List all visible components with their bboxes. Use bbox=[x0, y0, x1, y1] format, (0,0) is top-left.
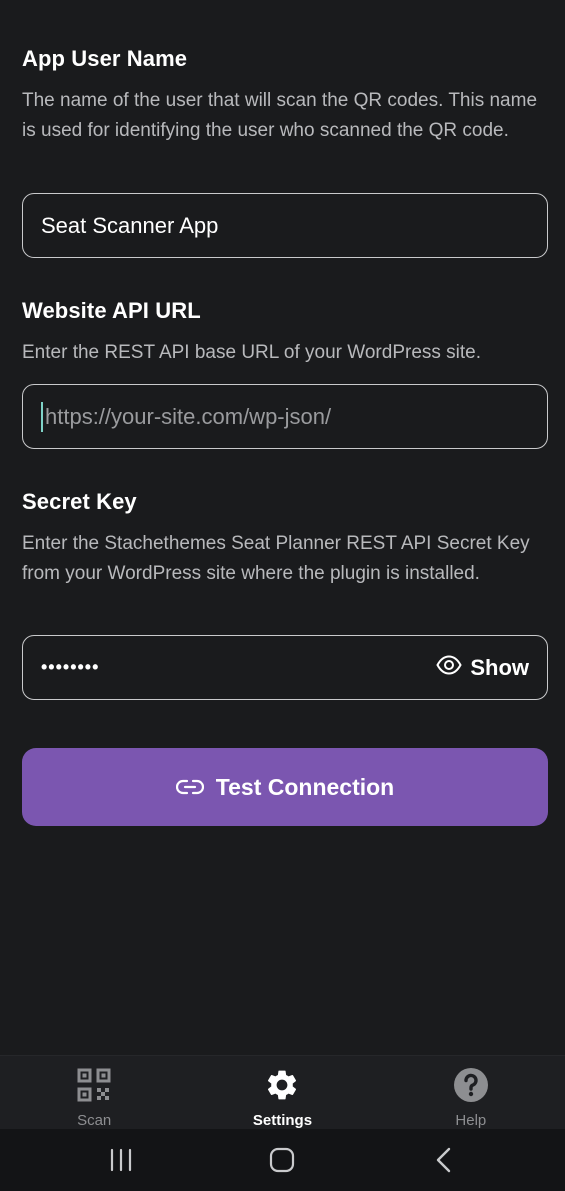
back-icon[interactable] bbox=[404, 1135, 484, 1185]
api-url-description: Enter the REST API base URL of your Word… bbox=[22, 342, 482, 363]
api-url-title: Website API URL bbox=[22, 298, 201, 323]
tab-scan[interactable]: Scan bbox=[0, 1056, 188, 1129]
show-secret-toggle[interactable]: Show bbox=[436, 655, 529, 681]
api-url-placeholder: https://your-site.com/wp-json/ bbox=[45, 403, 332, 429]
user-name-title: App User Name bbox=[22, 46, 188, 71]
tab-settings-label: Settings bbox=[252, 1112, 313, 1129]
show-label: Show bbox=[470, 654, 529, 680]
tab-scan-label: Scan bbox=[77, 1112, 112, 1129]
user-name-value: Seat Scanner App bbox=[41, 212, 219, 238]
help-icon bbox=[453, 1067, 489, 1108]
user-name-description: The name of the user that will scan the … bbox=[22, 90, 538, 141]
secret-key-description: Enter the Stachethemes Seat Planner REST… bbox=[22, 533, 530, 584]
system-navigation-bar bbox=[0, 1129, 565, 1191]
api-url-field[interactable]: https://your-site.com/wp-json/ bbox=[22, 384, 548, 449]
bottom-tab-bar: Scan Settings Help bbox=[0, 1055, 565, 1129]
secret-key-title: Secret Key bbox=[22, 489, 137, 514]
test-connection-label: Test Connection bbox=[215, 773, 395, 800]
tab-settings[interactable]: Settings bbox=[188, 1056, 376, 1129]
gear-icon bbox=[264, 1067, 300, 1108]
secret-key-field[interactable]: •••••••• Show bbox=[22, 635, 548, 700]
eye-icon bbox=[436, 654, 462, 681]
secret-key-masked-value: •••••••• bbox=[41, 657, 100, 677]
tab-help-label: Help bbox=[455, 1112, 487, 1129]
user-name-field[interactable]: Seat Scanner App bbox=[22, 193, 548, 258]
qr-code-icon bbox=[76, 1067, 112, 1108]
tab-help[interactable]: Help bbox=[377, 1056, 565, 1129]
settings-screen: App User Name The name of the user that … bbox=[0, 0, 565, 1191]
home-icon[interactable] bbox=[242, 1135, 322, 1185]
text-caret bbox=[41, 401, 43, 432]
test-connection-button[interactable]: Test Connection bbox=[22, 748, 548, 826]
recent-apps-icon[interactable] bbox=[81, 1135, 161, 1185]
link-icon bbox=[175, 774, 204, 801]
